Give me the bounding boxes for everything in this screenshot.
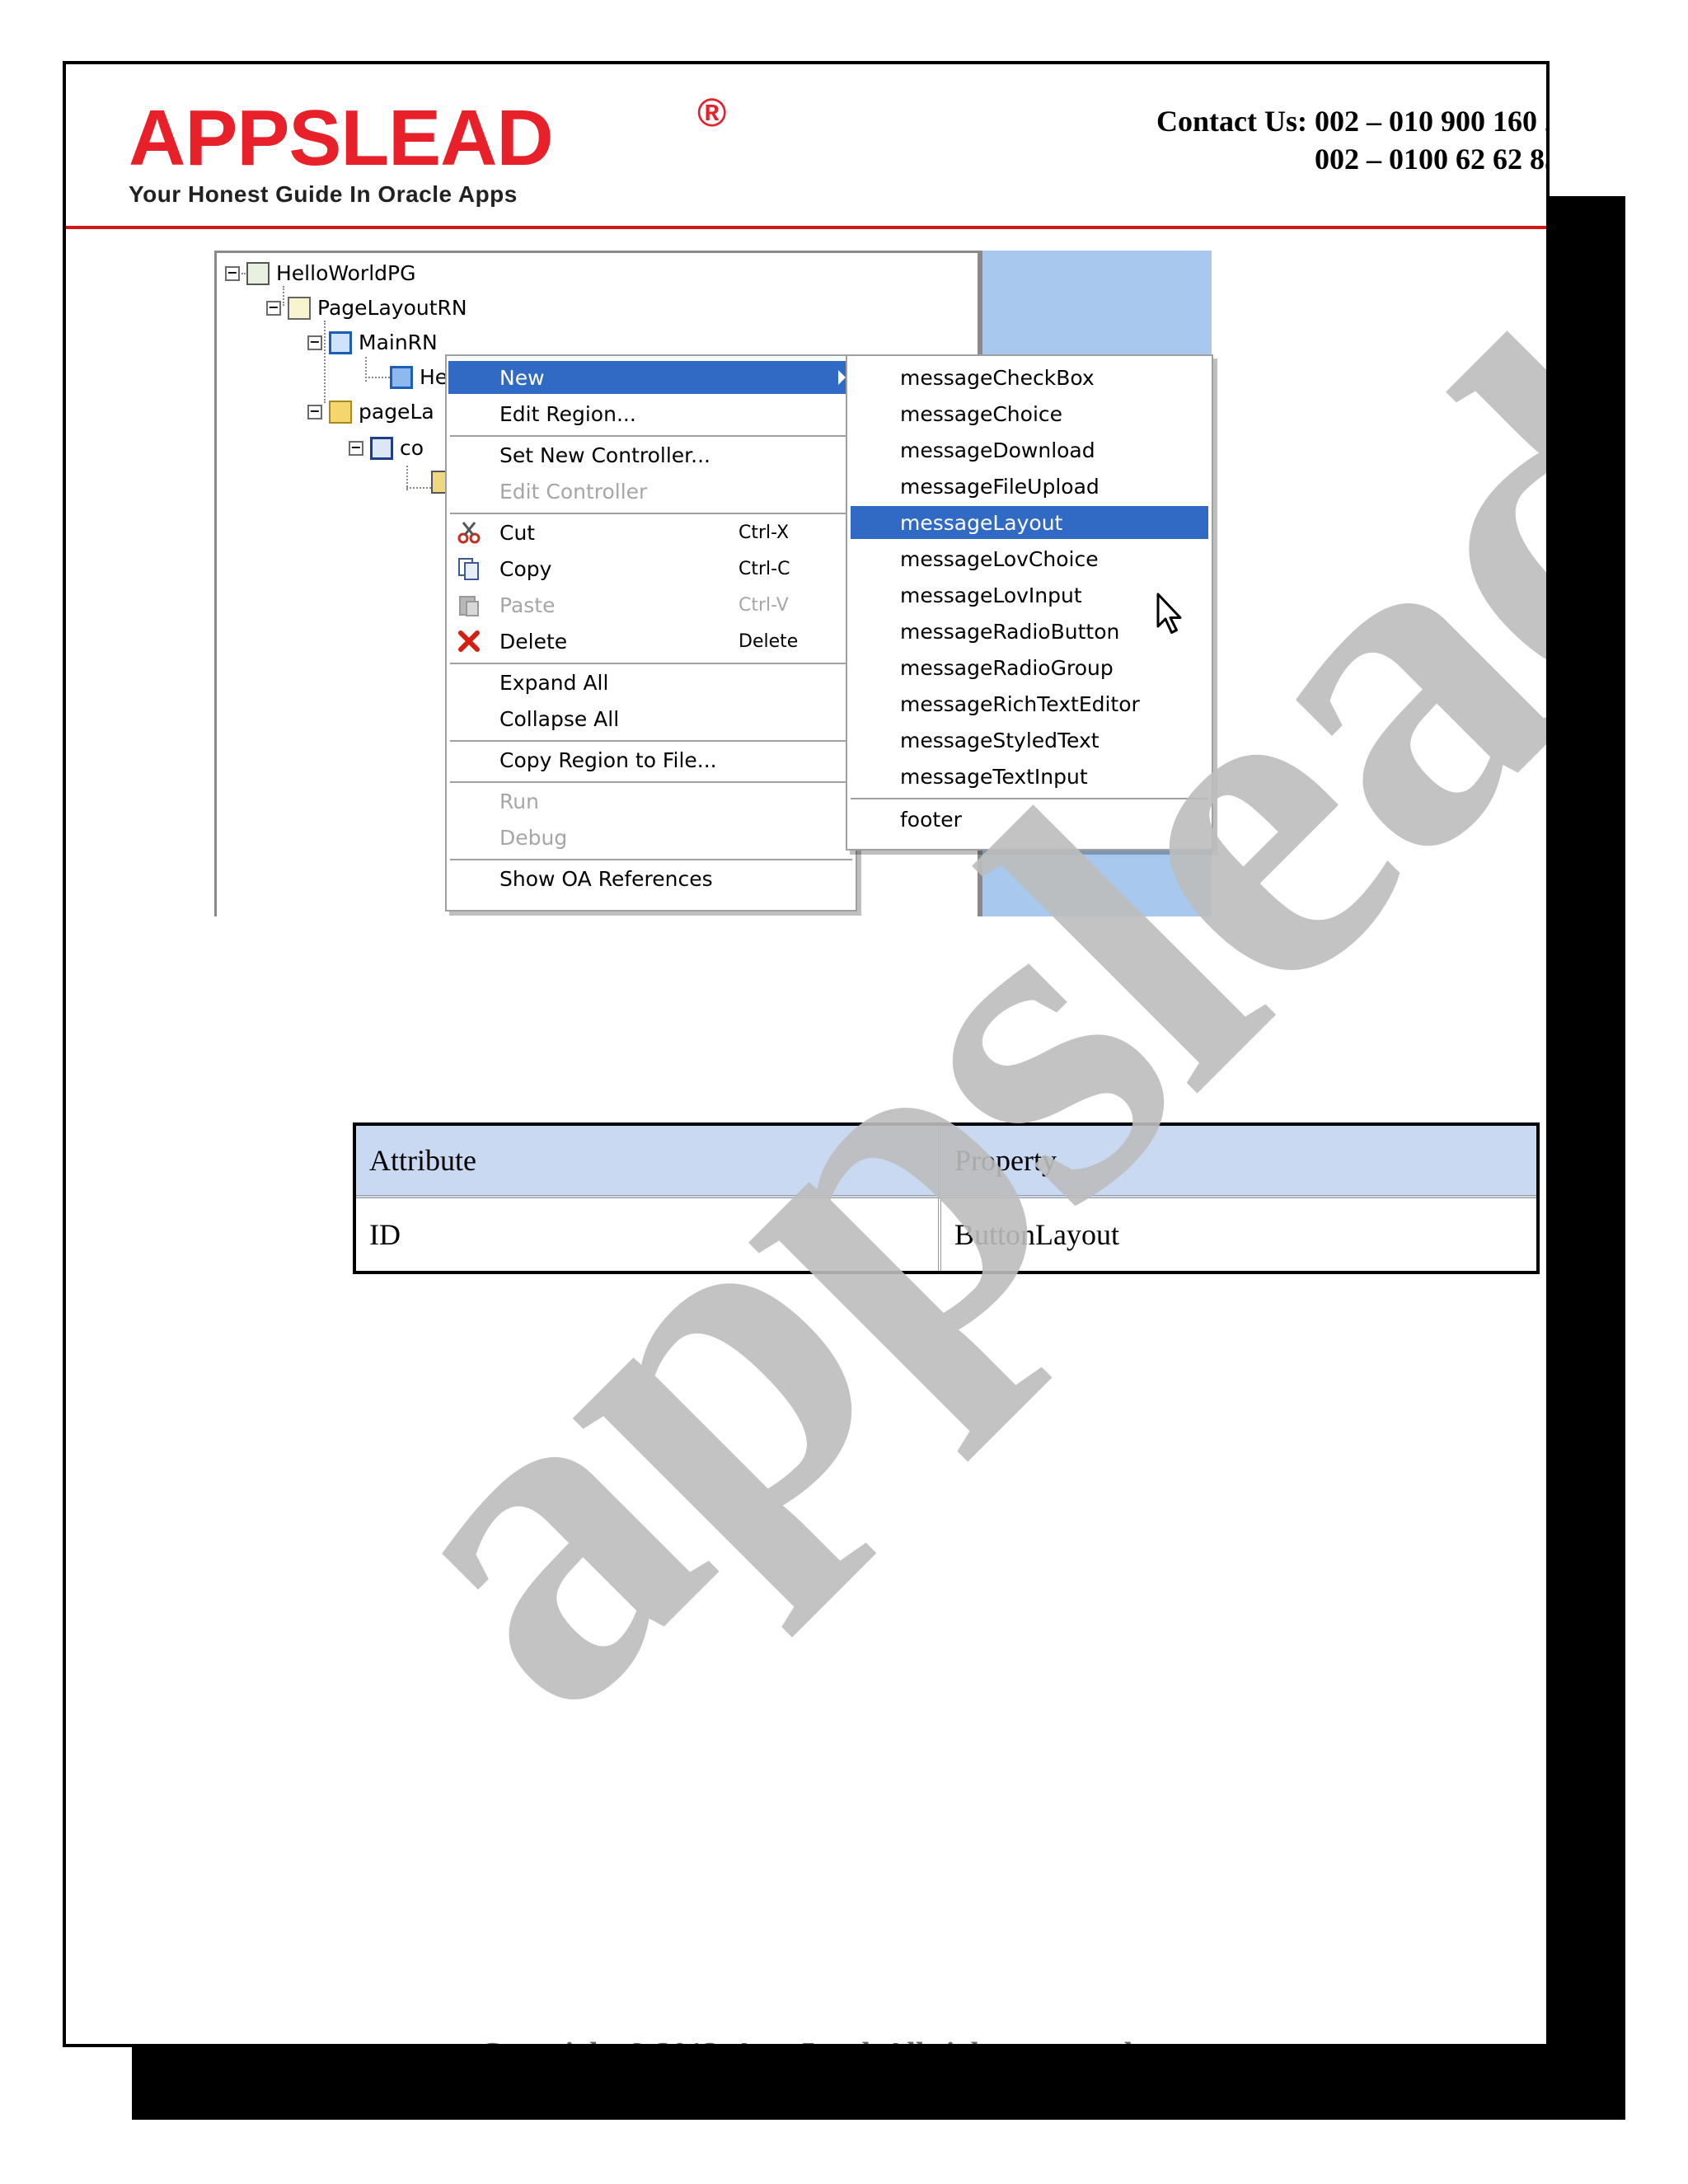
menu-item-edit-controller: Edit Controller (499, 479, 648, 504)
contact-line-2: 002 – 0100 62 62 837 (1315, 143, 1550, 176)
scissors-icon (455, 518, 483, 546)
copy-icon (455, 555, 483, 583)
tree-node-pagela[interactable]: − pageLa (307, 400, 434, 424)
tree-node-label: HelloWorldPG (276, 261, 416, 285)
page-layout-icon (288, 296, 311, 320)
menu-item-set-new-controller[interactable]: Set New Controller... (448, 438, 854, 471)
cell-property: ButtonLayout (954, 1218, 1119, 1251)
tree-node-label: co (400, 436, 424, 460)
delete-x-icon (455, 627, 483, 655)
page-shadow-bottom (132, 2047, 1625, 2120)
submenu-item-messagefileupload[interactable]: messageFileUpload (851, 470, 1208, 503)
menu-item-paste: Paste Ctrl-V (448, 588, 854, 621)
menu-item-delete[interactable]: Delete Delete (448, 625, 854, 658)
menu-separator (450, 513, 852, 514)
collapse-toggle-icon[interactable]: − (349, 440, 363, 456)
tree-node-label: MainRN (359, 330, 438, 354)
menu-separator (450, 781, 852, 783)
submenu-item-messageradiogroup[interactable]: messageRadioGroup (851, 651, 1208, 684)
contact-info: Contact Us: 002 – 010 900 160 23 002 – 0… (1156, 102, 1550, 178)
menu-item-run: Run (499, 789, 539, 813)
cell-attribute: ID (356, 1198, 941, 1271)
contact-line-1: Contact Us: 002 – 010 900 160 23 (1156, 105, 1550, 138)
collapse-toggle-icon[interactable]: − (266, 300, 281, 316)
tree-node-co[interactable]: − co (349, 436, 424, 460)
document-page: APPSLEAD ® Your Honest Guide In Oracle A… (63, 61, 1550, 2047)
tree-node-mainrn[interactable]: − MainRN (307, 330, 438, 354)
menu-item-new[interactable]: New (448, 361, 854, 394)
submenu-item-messagelovinput[interactable]: messageLovInput (851, 579, 1208, 612)
menu-separator (450, 740, 852, 742)
container-icon (370, 436, 393, 460)
logo-wordmark: APPSLEAD (129, 94, 554, 182)
page-shadow-right (1550, 196, 1625, 2120)
header-attribute: Attribute (356, 1126, 941, 1198)
logo-registered-mark: ® (697, 91, 727, 135)
appslead-logo: APPSLEAD ® Your Honest Guide In Oracle A… (129, 91, 726, 208)
submenu-item-messagechoice[interactable]: messageChoice (851, 397, 1208, 430)
submenu-item-messagerichtexteditor[interactable]: messageRichTextEditor (851, 687, 1208, 720)
tree-node-label: PageLayoutRN (317, 296, 467, 320)
logo-tagline: Your Honest Guide In Oracle Apps (129, 181, 518, 207)
submenu-item-messagelayout[interactable]: messageLayout (851, 506, 1208, 539)
menu-item-debug: Debug (499, 825, 568, 850)
menu-item-edit-region[interactable]: Edit Region... (448, 397, 854, 430)
collapse-toggle-icon[interactable]: − (307, 335, 322, 350)
menu-separator (450, 663, 852, 664)
submenu-item-messagestyledtext[interactable]: messageStyledText (851, 724, 1208, 757)
collapse-toggle-icon[interactable]: − (225, 265, 240, 281)
menu-item-cut[interactable]: Cut Ctrl-X (448, 516, 854, 549)
menu-item-copy[interactable]: Copy Ctrl-C (448, 552, 854, 585)
header-property: Property (941, 1126, 1536, 1198)
collapse-toggle-icon[interactable]: − (307, 404, 322, 419)
tree-node-label: pageLa (359, 400, 434, 424)
tree-node-helloworldpg[interactable]: − HelloWorldPG (225, 261, 415, 285)
tree-node-pagelayoutrn[interactable]: − PageLayoutRN (266, 296, 467, 320)
tree-node-label: He (420, 365, 448, 389)
menu-item-copy-region-to-file[interactable]: Copy Region to File... (448, 743, 854, 776)
table-header-row: Attribute Property (356, 1126, 1536, 1198)
submenu-item-messageradiobutton[interactable]: messageRadioButton (851, 615, 1208, 648)
submenu-item-messagecheckbox[interactable]: messageCheckBox (851, 361, 1208, 394)
region-icon (329, 330, 352, 354)
copyright-footer: Copyright © 2013, AppsLead. All rights r… (66, 2036, 1546, 2044)
table-row: ID ButtonLayout (356, 1198, 1536, 1271)
menu-item-expand-all[interactable]: Expand All (448, 666, 854, 699)
submenu-item-footer[interactable]: footer (851, 803, 1208, 836)
page-icon (246, 261, 270, 285)
menu-separator (851, 798, 1208, 799)
menu-item-show-oa-references[interactable]: Show OA References (448, 862, 854, 895)
submenu-item-messagetextinput[interactable]: messageTextInput (851, 760, 1208, 793)
item-icon (390, 365, 413, 389)
folder-icon (329, 400, 352, 424)
header-divider (66, 226, 1546, 229)
menu-separator (450, 859, 852, 860)
menu-item-collapse-all[interactable]: Collapse All (448, 702, 854, 735)
submenu-arrow-icon (838, 370, 846, 385)
tree-node-he[interactable]: He (390, 365, 448, 389)
attribute-table: Attribute Property ID ButtonLayout (353, 1122, 1540, 1274)
submenu-item-messagedownload[interactable]: messageDownload (851, 434, 1208, 466)
context-menu: New Edit Region... Set New Controller...… (445, 354, 857, 912)
menu-separator (450, 435, 852, 437)
paste-icon (455, 591, 483, 619)
mouse-cursor-icon (1156, 592, 1185, 640)
submenu-item-messagelovchoice[interactable]: messageLovChoice (851, 542, 1208, 575)
